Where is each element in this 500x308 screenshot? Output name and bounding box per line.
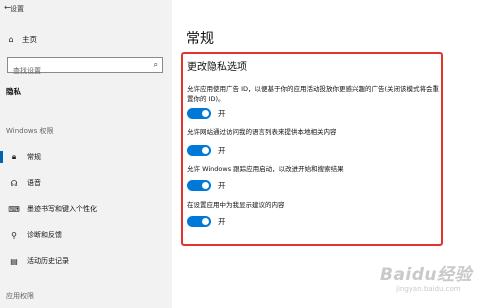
history-icon: ▤ [10, 256, 18, 266]
search-input[interactable] [8, 64, 143, 78]
toggle-switch[interactable] [187, 180, 211, 191]
watermark-url: jingyan.baidu.com [396, 285, 461, 293]
search-icon[interactable]: ⌕ [154, 60, 158, 70]
page-title: 常规 [186, 31, 214, 47]
home-label: 主页 [22, 35, 37, 44]
pen-keyboard-icon: ⌨ [8, 204, 20, 214]
option-text-suggested-content: 在设置应用中为我显示建议的内容 [187, 201, 285, 209]
option-text-app-launch-tracking: 允许 Windows 跟踪应用启动，以改进开始和搜索结果 [187, 165, 344, 173]
toggle-language-list[interactable]: 开 [187, 145, 226, 156]
sidebar-item-label: 墨迹书写和键入个性化 [27, 205, 97, 213]
toggle-knob [202, 147, 209, 154]
toggle-app-launch-tracking[interactable]: 开 [187, 180, 226, 191]
settings-sidebar: ← 设置 ⌂ 主页 ⌕ 隐私 Windows 权限 🔒︎ 常规 ☊ 语音 ⌨ 墨… [0, 0, 172, 308]
toggle-state-label: 开 [218, 181, 226, 190]
toggle-switch[interactable] [187, 216, 211, 227]
toggle-knob [202, 182, 209, 189]
sidebar-item-diagnostics[interactable]: ⚲ 诊断和反馈 [0, 225, 172, 245]
feedback-icon: ⚲ [11, 230, 17, 240]
sidebar-item-speech[interactable]: ☊ 语音 [0, 173, 172, 193]
toggle-switch[interactable] [187, 108, 211, 119]
home-icon: ⌂ [8, 35, 14, 44]
sidebar-item-inking-typing[interactable]: ⌨ 墨迹书写和键入个性化 [0, 199, 172, 219]
windows-permissions-label: Windows 权限 [6, 127, 54, 135]
lock-icon: 🔒︎ [11, 152, 17, 161]
watermark-logo: Baidu经验 [380, 265, 473, 285]
app-permissions-label: 应用权限 [6, 292, 34, 300]
option-text-language-list: 允许网站通过访问我的语言列表来提供本地相关内容 [187, 128, 337, 136]
section-title: 更改隐私选项 [187, 62, 247, 73]
toggle-state-label: 开 [218, 217, 226, 226]
sidebar-item-label: 诊断和反馈 [27, 231, 62, 239]
toggle-state-label: 开 [218, 109, 226, 118]
toggle-suggested-content[interactable]: 开 [187, 216, 226, 227]
home-link[interactable]: ⌂ 主页 [6, 34, 37, 45]
search-box[interactable]: ⌕ [7, 57, 163, 78]
privacy-heading: 隐私 [6, 87, 21, 96]
sidebar-item-label: 语音 [27, 179, 41, 187]
toggle-knob [202, 110, 209, 117]
speech-icon: ☊ [10, 178, 18, 188]
toggle-state-label: 开 [218, 146, 226, 155]
window-title: 设置 [10, 5, 24, 13]
sidebar-item-label: 活动历史记录 [27, 257, 69, 265]
toggle-switch[interactable] [187, 145, 211, 156]
option-text-advertising-id: 允许应用使用广告 ID，以便基于你的应用活动投放你更感兴趣的广告(关闭该模式将会… [187, 85, 440, 103]
toggle-knob [202, 218, 209, 225]
toggle-advertising-id[interactable]: 开 [187, 108, 226, 119]
sidebar-item-activity-history[interactable]: ▤ 活动历史记录 [0, 251, 172, 271]
sidebar-item-general[interactable]: 🔒︎ 常规 [0, 147, 172, 167]
sidebar-item-label: 常规 [27, 153, 41, 161]
